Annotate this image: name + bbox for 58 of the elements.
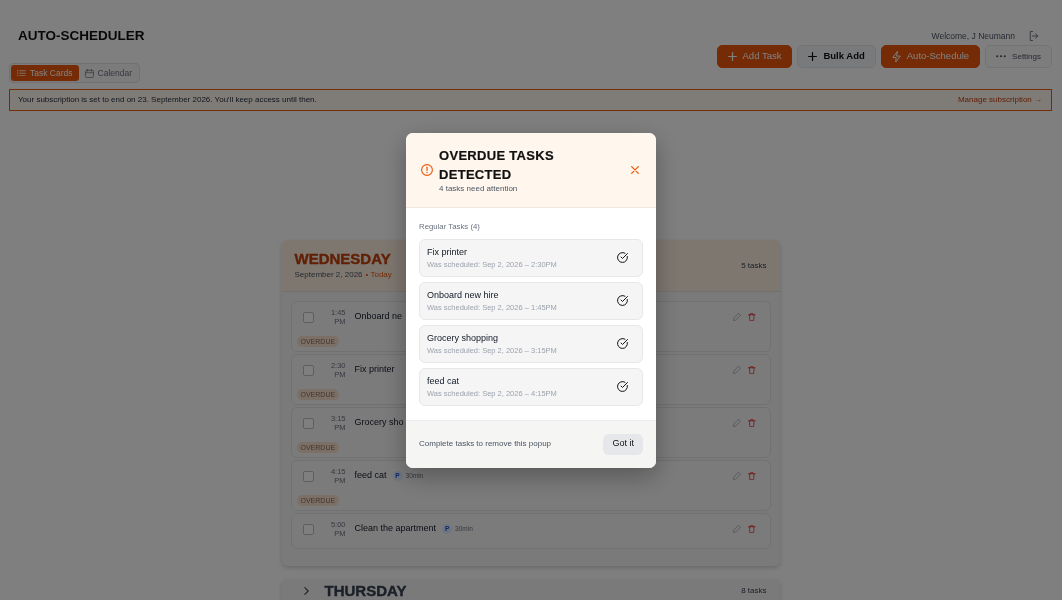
pencil-icon[interactable]	[733, 366, 741, 374]
dialog-title: OVERDUE TASKS DETECTED	[439, 146, 555, 184]
task-checkbox[interactable]	[302, 470, 314, 482]
logout-icon[interactable]	[1029, 31, 1039, 41]
task-title: Clean the apartment	[354, 522, 437, 536]
toolbar-button[interactable]: Add Task	[716, 45, 793, 68]
view-tab[interactable]: Calendar	[78, 65, 138, 81]
manage-subscription-link[interactable]: Manage subscription →	[957, 94, 1042, 106]
plus-icon	[727, 52, 737, 61]
task-title: Fix printer	[354, 363, 395, 377]
toolbar-button[interactable]: Auto-Schedule	[880, 45, 981, 68]
trash-icon[interactable]	[748, 418, 756, 428]
task-checkbox[interactable]	[302, 417, 314, 429]
check-circle-icon[interactable]	[617, 252, 628, 263]
app-title: AUTO-SCHEDULER	[18, 28, 145, 44]
footer-note: Complete tasks to remove this popup	[419, 438, 552, 450]
day-name: WEDNESDAY	[294, 251, 392, 267]
task-title: Grocery sho	[354, 416, 404, 430]
date-text: September 2, 2026	[294, 270, 363, 279]
pencil-icon[interactable]	[733, 313, 741, 321]
trash-icon[interactable]	[748, 471, 756, 481]
trash-icon[interactable]	[748, 524, 756, 534]
check-circle-icon[interactable]	[617, 295, 628, 306]
today-label: • Today	[365, 270, 392, 279]
task-title: Onboard ne	[354, 310, 403, 324]
pencil-icon[interactable]	[733, 525, 741, 533]
lightning-icon	[891, 50, 901, 63]
day-header[interactable]: THURSDAY 8 tasks	[281, 579, 780, 600]
overdue-task-title: Fix printer	[427, 245, 468, 258]
task-checkbox[interactable]	[302, 311, 314, 323]
overdue-task-title: Grocery shopping	[427, 331, 500, 344]
overdue-task-title: feed cat	[427, 374, 461, 387]
welcome-text: Welcome, J Neumann	[931, 29, 1015, 43]
toolbar-button[interactable]: Settings	[985, 45, 1052, 68]
alert-circle-icon	[421, 163, 433, 176]
task-count: 8 tasks	[741, 584, 767, 597]
trash-icon[interactable]	[748, 365, 756, 375]
check-circle-icon[interactable]	[617, 381, 628, 392]
check-circle-icon[interactable]	[617, 338, 628, 349]
day-name: THURSDAY	[324, 582, 407, 599]
more-icon	[996, 55, 1007, 58]
task-checkbox[interactable]	[302, 364, 314, 376]
task-checkbox[interactable]	[302, 523, 314, 535]
got-it-button[interactable]: Got it	[603, 433, 643, 455]
chevron-right-icon[interactable]	[303, 586, 309, 595]
subscription-message: Your subscription is set to end on 23. September 2026. You'll keep access until then.	[18, 94, 317, 106]
trash-icon[interactable]	[748, 312, 756, 322]
plus-icon	[808, 52, 818, 61]
view-tab[interactable]: Task Cards	[11, 65, 79, 81]
dialog-subtitle: 4 tasks need attention	[439, 183, 519, 194]
toolbar-button[interactable]: Bulk Add	[797, 45, 876, 68]
task-title: feed cat	[354, 469, 387, 483]
calendar-icon	[84, 68, 94, 78]
close-icon[interactable]	[631, 165, 639, 174]
list-icon	[17, 69, 26, 77]
task-count: 5 tasks	[741, 259, 767, 272]
pencil-icon[interactable]	[733, 472, 741, 480]
pencil-icon[interactable]	[733, 419, 741, 427]
